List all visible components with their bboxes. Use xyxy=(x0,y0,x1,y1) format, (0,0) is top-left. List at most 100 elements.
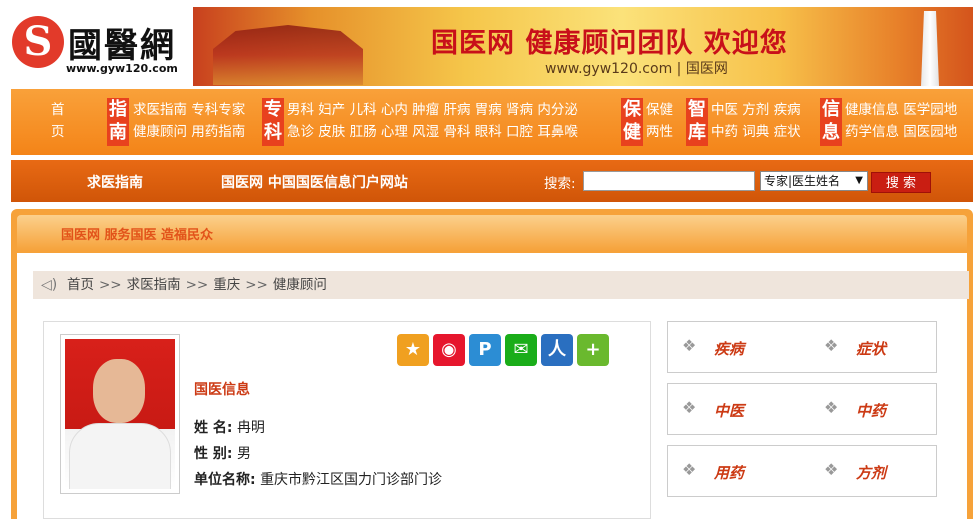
banner-slogan: 国医网 健康顾问团队 欢迎您 xyxy=(431,28,788,59)
site-logo[interactable]: S 國醫網 www.gyw120.com xyxy=(10,8,190,84)
nav-info-row-1[interactable]: 健康信息 医学园地 xyxy=(845,99,957,121)
doctor-gender-label: 性 别: xyxy=(194,446,233,462)
nav-special-row-2[interactable]: 急诊 皮肤 肛肠 心理 风湿 骨科 眼科 口腔 耳鼻喉 xyxy=(287,121,578,143)
nav-tag-wisdom-1: 智 xyxy=(688,99,706,120)
diamond-knot-icon: ❖ xyxy=(682,398,697,417)
diamond-knot-icon: ❖ xyxy=(824,460,839,479)
tile-tcm[interactable]: 中医 xyxy=(714,400,744,421)
tile-row-1: ❖ 疾病 ❖ 症状 xyxy=(667,321,937,373)
nav-wisdom-row-2[interactable]: 中药 词典 症状 xyxy=(711,121,801,143)
content-inner: ◁) 首页 >> 求医指南 >> 重庆 >> 健康顾问 ★ ◉ P ✉ 人 + 国医信息 姓 名: 冉… xyxy=(17,253,969,519)
doctor-section-title: 国医信息 xyxy=(194,382,250,398)
portrait-coat xyxy=(69,423,171,489)
tile-medication[interactable]: 用药 xyxy=(714,462,744,483)
doctor-photo xyxy=(60,334,180,494)
nav-tag-care-1: 保 xyxy=(623,99,641,120)
search-bar: 求医指南 国医网 中国国医信息门户网站 搜索: 专家|医生姓名 ▼ 搜 索 xyxy=(11,160,973,202)
wechat-icon[interactable]: ✉ xyxy=(505,334,537,366)
nav-care-links[interactable]: 保健 两性 xyxy=(646,99,673,143)
weibo-icon[interactable]: ◉ xyxy=(433,334,465,366)
nav-tag-care: 保 健 xyxy=(621,98,643,146)
doctor-gender-row: 性 别: 男 xyxy=(194,443,251,463)
doctor-unit-label: 单位名称: xyxy=(194,472,256,488)
tile-row-2: ❖ 中医 ❖ 中药 xyxy=(667,383,937,435)
nav-tag-guide: 指 南 xyxy=(107,98,129,146)
nav-tag-care-2: 健 xyxy=(623,122,641,143)
breadcrumb-items: 首页 >> 求医指南 >> 重庆 >> 健康顾问 xyxy=(67,271,327,299)
nav-tag-guide-2: 南 xyxy=(109,122,127,143)
main-nav: 首 页 指 南 求医指南 专科专家 健康顾问 用药指南 专 科 男科 妇产 儿科… xyxy=(11,89,973,155)
content-frame: 国医网 服务国医 造福民众 ◁) 首页 >> 求医指南 >> 重庆 >> 健康顾问 ★ ◉ P ✉… xyxy=(11,209,973,519)
tile-prescription[interactable]: 方剂 xyxy=(856,462,886,483)
qzone-icon[interactable]: ★ xyxy=(397,334,429,366)
header: S 國醫網 www.gyw120.com 国医网 健康顾问团队 欢迎您 www.… xyxy=(0,0,978,88)
nav-care-row-2[interactable]: 两性 xyxy=(646,121,673,143)
diamond-knot-icon: ❖ xyxy=(824,336,839,355)
breadcrumb-consultant[interactable]: 健康顾问 xyxy=(273,277,327,293)
doctor-name-row: 姓 名: 冉明 xyxy=(194,417,265,437)
breadcrumb-home[interactable]: 首页 xyxy=(67,277,94,293)
breadcrumb: ◁) 首页 >> 求医指南 >> 重庆 >> 健康顾问 xyxy=(33,271,969,299)
breadcrumb-sep: >> xyxy=(245,277,268,293)
nav-care-row-1[interactable]: 保健 xyxy=(646,99,673,121)
nav-tag-special-1: 专 xyxy=(264,99,282,120)
search-type-select[interactable]: 专家|医生姓名 ▼ xyxy=(760,171,868,191)
diamond-knot-icon: ❖ xyxy=(682,460,697,479)
nav-tag-info-1: 信 xyxy=(822,99,840,120)
breadcrumb-sep: >> xyxy=(185,277,209,293)
diamond-knot-icon: ❖ xyxy=(682,336,697,355)
dropdown-arrow-icon: ▼ xyxy=(855,175,863,186)
doctor-portrait-image xyxy=(65,339,175,489)
nav-home[interactable]: 首 页 xyxy=(51,99,65,143)
logo-text: 國醫網 xyxy=(68,26,176,66)
search-bar-left-title[interactable]: 求医指南 xyxy=(87,172,143,192)
more-icon[interactable]: + xyxy=(577,334,609,366)
nav-wisdom-row-1[interactable]: 中医 方剂 疾病 xyxy=(711,99,801,121)
nav-tag-special-2: 科 xyxy=(264,122,282,143)
nav-wisdom-links[interactable]: 中医 方剂 疾病 中药 词典 症状 xyxy=(711,99,801,143)
nav-home-label-2[interactable]: 页 xyxy=(51,121,65,143)
header-banner: 国医网 健康顾问团队 欢迎您 www.gyw120.com | 国医网 xyxy=(193,7,973,86)
breadcrumb-guide[interactable]: 求医指南 xyxy=(127,277,181,293)
nav-home-label-1[interactable]: 首 xyxy=(51,99,65,121)
nav-tag-special: 专 科 xyxy=(262,98,284,146)
nav-special-row-1[interactable]: 男科 妇产 儿科 心内 肿瘤 肝病 胃病 肾病 内分泌 xyxy=(287,99,578,121)
portrait-face xyxy=(93,359,145,423)
nav-info-row-2[interactable]: 药学信息 国医园地 xyxy=(845,121,957,143)
search-input[interactable] xyxy=(583,171,755,191)
nav-guide-links[interactable]: 求医指南 专科专家 健康顾问 用药指南 xyxy=(133,99,245,143)
logo-mark-icon: S xyxy=(12,16,64,68)
logo-url: www.gyw120.com xyxy=(66,62,178,75)
doctor-card: ★ ◉ P ✉ 人 + 国医信息 姓 名: 冉明 性 别: 男 单位名称: 重庆市黔江区国… xyxy=(43,321,651,519)
nav-guide-row-2[interactable]: 健康顾问 用药指南 xyxy=(133,121,245,143)
nav-info-links[interactable]: 健康信息 医学园地 药学信息 国医园地 xyxy=(845,99,957,143)
banner-subtitle: www.gyw120.com | 国医网 xyxy=(545,61,728,77)
tile-row-3: ❖ 用药 ❖ 方剂 xyxy=(667,445,937,497)
doctor-name-label: 姓 名: xyxy=(194,420,233,436)
nav-tag-wisdom: 智 库 xyxy=(686,98,708,146)
doctor-name: 冉明 xyxy=(236,420,265,436)
site-title: 国医网 中国国医信息门户网站 xyxy=(221,175,408,191)
breadcrumb-chongqing[interactable]: 重庆 xyxy=(213,277,240,293)
nav-special-links[interactable]: 男科 妇产 儿科 心内 肿瘤 肝病 胃病 肾病 内分泌 急诊 皮肤 肛肠 心理 … xyxy=(287,99,578,143)
doctor-unit-row: 单位名称: 重庆市黔江区国力门诊部门诊 xyxy=(194,469,442,489)
tile-disease[interactable]: 疾病 xyxy=(714,338,744,359)
tile-herbs[interactable]: 中药 xyxy=(856,400,886,421)
tile-symptom[interactable]: 症状 xyxy=(856,338,886,359)
doctor-unit: 重庆市黔江区国力门诊部门诊 xyxy=(260,472,443,488)
nav-tag-info: 信 息 xyxy=(820,98,842,146)
nav-tag-wisdom-2: 库 xyxy=(688,122,706,143)
nav-guide-row-1[interactable]: 求医指南 专科专家 xyxy=(133,99,245,121)
site-motto: 国医网 服务国医 造福民众 xyxy=(61,228,214,243)
speaker-icon: ◁) xyxy=(41,277,58,293)
doctor-gender: 男 xyxy=(236,446,251,462)
tencent-weibo-icon[interactable]: P xyxy=(469,334,501,366)
nav-tag-guide-1: 指 xyxy=(109,99,127,120)
search-type-value: 专家|医生姓名 xyxy=(764,174,841,188)
huabiao-pillar-image xyxy=(921,11,939,86)
breadcrumb-sep: >> xyxy=(99,277,122,293)
tiananmen-roof-image xyxy=(213,25,363,85)
nav-tag-info-2: 息 xyxy=(822,122,840,143)
search-button[interactable]: 搜 索 xyxy=(871,172,931,193)
renren-icon[interactable]: 人 xyxy=(541,334,573,366)
